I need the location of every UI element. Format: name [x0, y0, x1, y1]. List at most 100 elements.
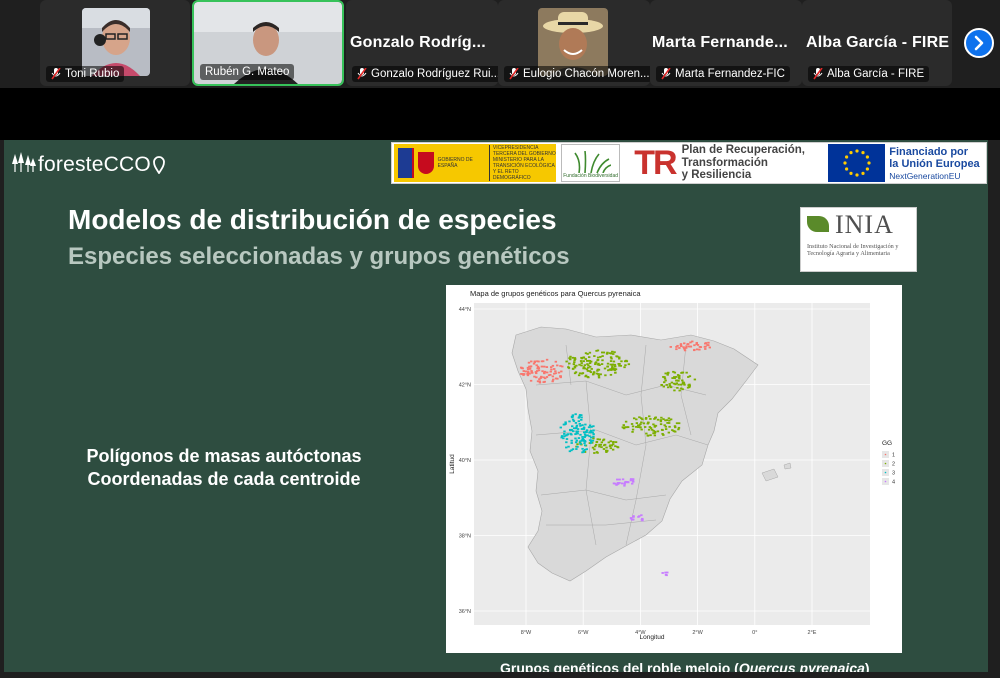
group-3-point: [576, 432, 579, 435]
group-2-point: [659, 423, 663, 426]
participant-tile-marta[interactable]: Marta Fernande... Marta Fernandez-FIC: [650, 0, 802, 86]
group-1-point: [708, 346, 711, 349]
group-2-point: [614, 445, 617, 448]
participant-caption: Rubén G. Mateo: [200, 64, 295, 80]
group-3-point: [581, 436, 584, 438]
group-3-point: [592, 435, 595, 438]
group-3-point: [570, 425, 574, 428]
group-2-point: [623, 427, 626, 430]
group-1-point: [528, 372, 531, 375]
map-pin-icon: [152, 156, 165, 174]
group-1-point: [685, 346, 688, 349]
group-3-point: [576, 445, 579, 448]
group-2-point: [580, 356, 583, 359]
eu-star: [861, 151, 865, 155]
group-2-point: [643, 426, 647, 428]
group-4-point: [618, 478, 621, 481]
y-tick-label: 36°N: [459, 609, 471, 615]
group-1-point: [529, 379, 533, 382]
group-1-point: [675, 348, 678, 351]
group-1-point: [545, 366, 549, 368]
group-1-point: [559, 375, 562, 378]
group-2-point: [588, 370, 592, 372]
group-2-point: [580, 372, 584, 375]
group-1-point: [689, 341, 692, 344]
group-2-point: [653, 432, 656, 434]
group-3-point: [571, 448, 575, 451]
group-4-point: [661, 572, 664, 574]
group-2-point: [602, 448, 606, 450]
group-3-point: [559, 426, 562, 429]
group-2-point: [630, 423, 634, 425]
group-2-point: [597, 376, 601, 379]
group-1-point: [693, 344, 696, 347]
group-3-point: [574, 437, 577, 440]
group-3-point: [572, 420, 576, 422]
group-3-point: [589, 439, 592, 442]
group-2-point: [577, 374, 581, 377]
group-2-point: [589, 360, 593, 363]
group-4-point: [664, 571, 667, 574]
participant-tile-gonzalo[interactable]: Gonzalo Rodríg... Gonzalo Rodríguez Rui.…: [346, 0, 498, 86]
x-axis-label: Longitud: [640, 634, 665, 641]
group-3-point: [592, 433, 595, 436]
group-2-point: [676, 374, 680, 376]
group-3-point: [592, 425, 595, 428]
group-2-point: [587, 359, 590, 362]
group-2-point: [582, 356, 585, 359]
group-2-point: [676, 386, 679, 389]
group-2-point: [678, 389, 681, 392]
group-2-point: [677, 383, 680, 386]
participant-tile-eulogio[interactable]: Eulogio Chacón Moren...: [498, 0, 650, 86]
inia-logo: INIA Instituto Nacional de Investigación…: [800, 207, 917, 272]
group-1-point: [696, 344, 700, 346]
group-2-point: [601, 351, 604, 354]
group-2-point: [635, 422, 639, 424]
legend-label: 1: [892, 453, 895, 459]
group-1-point: [539, 377, 542, 379]
map-caption: Grupos genéticos del roble melojo (Querc…: [500, 660, 870, 672]
gobierno-text: GOBIERNO DE ESPAÑA: [437, 157, 473, 169]
participant-display-name: Marta Fernande...: [652, 34, 788, 51]
group-1-point: [704, 342, 707, 345]
group-2-point: [596, 438, 599, 441]
group-2-point: [571, 356, 575, 359]
legend-swatch: [884, 471, 887, 474]
mic-muted-icon: [509, 68, 519, 80]
group-2-point: [675, 376, 678, 378]
group-2-point: [609, 363, 612, 366]
eu-flag-logo: [827, 144, 886, 182]
group-2-point: [608, 368, 611, 371]
group-2-point: [674, 383, 677, 386]
group-1-point: [545, 358, 549, 361]
participant-tile-toni[interactable]: Toni Rubio: [40, 0, 190, 86]
next-page-button[interactable]: [964, 28, 994, 58]
group-2-point: [644, 417, 648, 419]
group-2-point: [615, 355, 618, 358]
grass-icon: [573, 151, 611, 173]
group-2-point: [568, 362, 571, 365]
participant-name: Rubén G. Mateo: [205, 66, 290, 78]
group-1-point: [542, 376, 545, 379]
participant-tile-alba[interactable]: Alba García - FIRE Alba García - FIRE: [802, 0, 952, 86]
group-1-point: [556, 364, 559, 367]
group-3-point: [583, 442, 586, 445]
group-1-point: [669, 346, 672, 348]
group-2-point: [573, 361, 576, 364]
group-1-point: [553, 372, 556, 375]
group-2-point: [592, 437, 595, 440]
participant-name: Alba García - FIRE: [827, 68, 925, 80]
group-3-point: [569, 429, 573, 432]
group-2-point: [646, 422, 649, 425]
group-2-point: [662, 385, 665, 388]
group-4-point: [631, 479, 635, 482]
group-1-point: [683, 342, 686, 345]
group-1-point: [554, 370, 557, 373]
group-3-point: [578, 414, 582, 416]
eu-funding-text: Financiado por la Unión Europea NextGene…: [889, 145, 980, 181]
group-2-point: [659, 419, 663, 421]
mic-muted-icon: [51, 68, 61, 80]
participant-tile-ruben[interactable]: Rubén G. Mateo: [192, 0, 344, 86]
group-1-point: [556, 377, 559, 380]
group-1-point: [543, 370, 547, 373]
